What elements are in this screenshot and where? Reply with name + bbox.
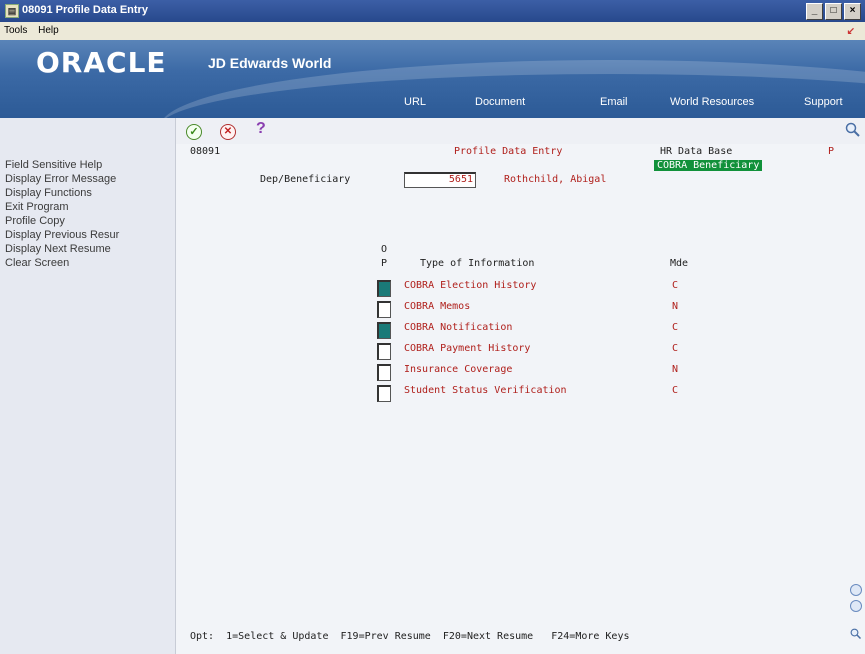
sidebar-item-profile-copy[interactable]: Profile Copy — [5, 214, 173, 228]
row-type-label: Student Status Verification — [404, 385, 567, 396]
window-controls: _ □ × — [806, 3, 861, 20]
search-icon[interactable] — [845, 122, 861, 138]
option-checkbox[interactable] — [377, 280, 391, 297]
row-mode-value: C — [672, 280, 679, 291]
sidebar-item-exit-program[interactable]: Exit Program — [5, 200, 173, 214]
sidebar-item-next-resume[interactable]: Display Next Resume — [5, 242, 173, 256]
form-screen: 08091 Profile Data Entry HR Data Base P … — [176, 144, 865, 654]
sidebar-item-field-help[interactable]: Field Sensitive Help — [5, 158, 173, 172]
sidebar-item-display-functions[interactable]: Display Functions — [5, 186, 173, 200]
window-title: 08091 Profile Data Entry — [22, 4, 148, 16]
row-mode-value: C — [672, 322, 679, 333]
row-type-label: COBRA Payment History — [404, 343, 531, 354]
column-type-header: Type of Information — [420, 258, 535, 269]
action-toolbar: ✓ ✕ ? — [176, 118, 865, 144]
option-checkbox[interactable] — [377, 364, 391, 381]
dep-beneficiary-label: Dep/Beneficiary — [260, 174, 351, 185]
sidebar-item-error-message[interactable]: Display Error Message — [5, 172, 173, 186]
bottom-search-icon[interactable] — [850, 628, 862, 640]
row-mode-value: N — [672, 364, 679, 375]
row-mode-value: C — [672, 385, 679, 396]
page-title: Profile Data Entry — [454, 146, 563, 157]
dep-beneficiary-value: 5651 — [448, 174, 473, 185]
application-window: ▤ 08091 Profile Data Entry _ □ × Tools H… — [0, 0, 865, 654]
title-bar: ▤ 08091 Profile Data Entry _ □ × — [0, 0, 865, 22]
row-type-label: Insurance Coverage — [404, 364, 513, 375]
row-type-label: COBRA Notification — [404, 322, 513, 333]
sidebar-item-clear-screen[interactable]: Clear Screen — [5, 256, 173, 270]
nav-email[interactable]: Email — [600, 96, 628, 108]
header-banner: ORACLE JD Edwards World URL Document Ema… — [0, 40, 865, 118]
maximize-button[interactable]: □ — [825, 3, 842, 20]
oracle-logo: ORACLE — [36, 46, 167, 79]
sidebar-item-previous-resume[interactable]: Display Previous Resur — [5, 228, 173, 242]
column-op-top: O — [381, 244, 388, 255]
app-icon: ▤ — [5, 4, 19, 18]
minimize-button[interactable]: _ — [806, 3, 823, 20]
nav-document[interactable]: Document — [475, 96, 525, 108]
option-checkbox[interactable] — [377, 343, 391, 360]
function-sidebar: Field Sensitive Help Display Error Messa… — [0, 118, 176, 654]
dep-beneficiary-name: Rothchild, Abigal — [504, 174, 607, 185]
check-icon[interactable]: ✓ — [186, 124, 202, 140]
column-mode-header: Mde — [670, 258, 689, 269]
row-type-label: COBRA Memos — [404, 301, 471, 312]
program-id: 08091 — [190, 146, 221, 157]
option-checkbox[interactable] — [377, 301, 391, 318]
row-mode-value: C — [672, 343, 679, 354]
menu-tools[interactable]: Tools — [4, 25, 27, 36]
status-badge: COBRA Beneficiary — [654, 160, 763, 171]
function-key-footer: Opt: 1=Select & Update F19=Prev Resume F… — [190, 631, 630, 642]
option-checkbox[interactable] — [377, 322, 391, 339]
dep-beneficiary-input[interactable]: 5651 — [404, 172, 476, 188]
nav-world-resources[interactable]: World Resources — [670, 96, 754, 108]
row-type-label: COBRA Election History — [404, 280, 537, 291]
cancel-icon[interactable]: ✕ — [220, 124, 236, 140]
row-mode-value: N — [672, 301, 679, 312]
menu-close-icon[interactable]: ↙ — [847, 26, 855, 37]
nav-url[interactable]: URL — [404, 96, 426, 108]
database-label: HR Data Base — [660, 146, 733, 157]
page-down-icon[interactable] — [850, 600, 862, 612]
product-name: JD Edwards World — [208, 55, 332, 71]
close-button[interactable]: × — [844, 3, 861, 20]
option-checkbox[interactable] — [377, 385, 391, 402]
menu-help[interactable]: Help — [38, 25, 59, 36]
nav-support[interactable]: Support — [804, 96, 843, 108]
mode-flag: P — [828, 146, 835, 157]
help-icon[interactable]: ? — [256, 120, 266, 138]
column-op-bottom: P — [381, 258, 388, 269]
page-up-icon[interactable] — [850, 584, 862, 596]
menu-bar: Tools Help ↙ — [0, 22, 865, 40]
scroll-controls — [850, 584, 862, 616]
